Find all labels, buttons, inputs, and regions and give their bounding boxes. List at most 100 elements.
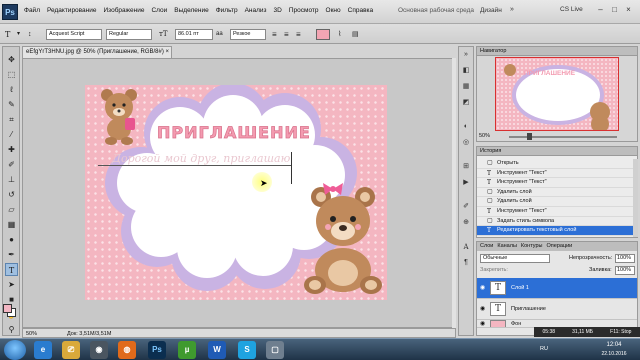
move-tool-icon[interactable]: ✥ xyxy=(5,53,18,66)
healing-tool-icon[interactable]: ✚ xyxy=(5,143,18,156)
close-icon[interactable]: × xyxy=(622,4,635,16)
navigator-tab[interactable]: Навигатор xyxy=(477,47,637,56)
foreground-color-swatch[interactable] xyxy=(3,304,12,313)
menu-filter[interactable]: Фильтр xyxy=(216,7,238,14)
path-select-tool-icon[interactable]: ➤ xyxy=(5,278,18,291)
navigator-zoom-slider[interactable] xyxy=(509,136,617,138)
document-info[interactable]: Док: 3,51M/3,51M xyxy=(67,330,111,338)
history-scrollbar[interactable] xyxy=(633,159,638,237)
visibility-eye-icon[interactable]: ◉ xyxy=(480,305,485,312)
panel-collapse-icon[interactable]: » xyxy=(461,50,471,60)
opacity-input[interactable]: 100% xyxy=(615,254,635,263)
minimize-icon[interactable]: – xyxy=(594,4,607,16)
navigator-zoom[interactable]: 50% xyxy=(479,133,490,139)
history-item[interactable]: T Инструмент "Текст" xyxy=(477,169,635,179)
navigator-thumbnail[interactable]: ПРИГЛАШЕНИЕ xyxy=(495,57,619,131)
align-left-icon[interactable]: ≡ xyxy=(272,29,277,40)
history-brush-tool-icon[interactable]: ↺ xyxy=(5,188,18,201)
explorer-icon[interactable]: ⎚ xyxy=(62,341,80,359)
tab-actions[interactable]: Операции xyxy=(547,242,573,251)
workspace-title[interactable]: Основная рабочая среда xyxy=(398,7,474,14)
antialias-select[interactable]: Резкое xyxy=(230,29,266,40)
align-right-icon[interactable]: ≡ xyxy=(296,29,301,40)
color-panel-icon[interactable]: ◧ xyxy=(461,66,471,76)
navigator-zoom-knob[interactable] xyxy=(527,133,532,140)
tab-paths[interactable]: Контуры xyxy=(521,242,543,251)
character-panel-icon[interactable]: ▤ xyxy=(352,29,359,40)
eyedropper-tool-icon[interactable]: ⁄ xyxy=(5,128,18,141)
crop-tool-icon[interactable]: ⌗ xyxy=(5,113,18,126)
utorrent-icon[interactable]: µ xyxy=(178,341,196,359)
lasso-tool-icon[interactable]: ℓ xyxy=(5,83,18,96)
cs-live-button[interactable]: CS Live xyxy=(560,6,583,13)
masks-panel-icon[interactable]: ◎ xyxy=(461,138,471,148)
menu-view[interactable]: Просмотр xyxy=(289,7,319,14)
styles-panel-icon[interactable]: ◩ xyxy=(461,98,471,108)
layer-row-active[interactable]: ◉ T Слой 1 xyxy=(477,278,637,299)
history-item[interactable]: ▢ Удалить слой xyxy=(477,197,635,207)
menu-select[interactable]: Выделение xyxy=(174,7,208,14)
invitation-image[interactable] xyxy=(85,85,387,300)
swatches-panel-icon[interactable]: ▦ xyxy=(461,82,471,92)
text-orientation-icon[interactable]: ↕ xyxy=(28,29,32,40)
brushes-panel-icon[interactable]: ✐ xyxy=(461,202,471,212)
skype-icon[interactable]: S xyxy=(238,341,256,359)
tab-channels[interactable]: Каналы xyxy=(497,242,517,251)
canvas-scrollbar[interactable] xyxy=(452,58,456,328)
language-indicator[interactable]: RU xyxy=(540,346,548,352)
dodge-tool-icon[interactable]: ● xyxy=(5,233,18,246)
workspace-design[interactable]: Дизайн xyxy=(480,7,502,14)
menu-analysis[interactable]: Анализ xyxy=(245,7,267,14)
zoom-tool-icon[interactable]: ⚲ xyxy=(5,323,18,336)
tab-layers[interactable]: Слои xyxy=(480,242,493,251)
blend-mode-select[interactable]: Обычные xyxy=(480,254,550,263)
menu-window[interactable]: Окно xyxy=(326,7,341,14)
actions-panel-icon[interactable]: ▶ xyxy=(461,178,471,188)
menu-help[interactable]: Справка xyxy=(348,7,374,14)
gradient-tool-icon[interactable]: ▦ xyxy=(5,218,18,231)
start-button[interactable] xyxy=(4,340,26,360)
align-center-icon[interactable]: ≡ xyxy=(284,29,289,40)
history-item[interactable]: ▢ Открыть xyxy=(477,159,635,169)
history-panel-icon[interactable]: ⊞ xyxy=(461,162,471,172)
paragraph-panel-icon[interactable]: ¶ xyxy=(461,258,471,268)
firefox-icon[interactable]: ◍ xyxy=(118,341,136,359)
visibility-eye-icon[interactable]: ◉ xyxy=(480,320,485,327)
tool-preset-dropdown-icon[interactable]: ▾ xyxy=(17,29,20,40)
layer-row[interactable]: ◉ T Приглашение xyxy=(477,299,637,320)
adjustments-panel-icon[interactable]: ◐ xyxy=(461,122,471,132)
word-icon[interactable]: W xyxy=(208,341,226,359)
media-player-icon[interactable]: ◉ xyxy=(90,341,108,359)
internet-explorer-icon[interactable]: e xyxy=(34,341,52,359)
history-item[interactable]: T Инструмент "Текст" xyxy=(477,178,635,188)
quick-select-tool-icon[interactable]: ✎ xyxy=(5,98,18,111)
menu-image[interactable]: Изображение xyxy=(104,7,145,14)
marquee-tool-icon[interactable]: ⬚ xyxy=(5,68,18,81)
character-panel-strip-icon[interactable]: A xyxy=(461,242,471,252)
font-size-input[interactable]: 86.01 пт xyxy=(175,29,213,40)
type-tool-icon[interactable]: T xyxy=(5,263,18,276)
history-item-active[interactable]: T Редактировать текстовый слой xyxy=(477,226,635,236)
visibility-eye-icon[interactable]: ◉ xyxy=(480,284,485,291)
clock-time[interactable]: 12:04 xyxy=(592,342,636,348)
clone-source-icon[interactable]: ⊕ xyxy=(461,218,471,228)
font-style-select[interactable]: Regular xyxy=(106,29,152,40)
history-item[interactable]: T Инструмент "Текст" xyxy=(477,207,635,217)
menu-file[interactable]: Файл xyxy=(24,7,40,14)
edited-text-layer[interactable]: Дорогой мой друг, приглашаю xyxy=(112,152,290,165)
fill-input[interactable]: 100% xyxy=(615,266,635,275)
font-family-select[interactable]: Acquest Script xyxy=(46,29,102,40)
warp-text-icon[interactable]: ⌇ xyxy=(338,29,341,40)
document-tab[interactable]: eEfgYrT3HNU.jpg @ 50% (Приглашение, RGB/… xyxy=(22,46,172,58)
history-item[interactable]: ▢ Удалить слой xyxy=(477,188,635,198)
history-tab[interactable]: История xyxy=(477,147,637,156)
window-app-icon[interactable]: ▢ xyxy=(266,341,284,359)
brush-tool-icon[interactable]: ✐ xyxy=(5,158,18,171)
eraser-tool-icon[interactable]: ▱ xyxy=(5,203,18,216)
menu-3d[interactable]: 3D xyxy=(274,7,282,14)
text-color-swatch[interactable] xyxy=(316,29,330,40)
zoom-level[interactable]: 50% xyxy=(26,330,37,338)
workspace-expand-icon[interactable]: » xyxy=(510,6,514,13)
photoshop-taskbar-icon[interactable]: Ps xyxy=(148,341,166,359)
stamp-tool-icon[interactable]: ⊥ xyxy=(5,173,18,186)
